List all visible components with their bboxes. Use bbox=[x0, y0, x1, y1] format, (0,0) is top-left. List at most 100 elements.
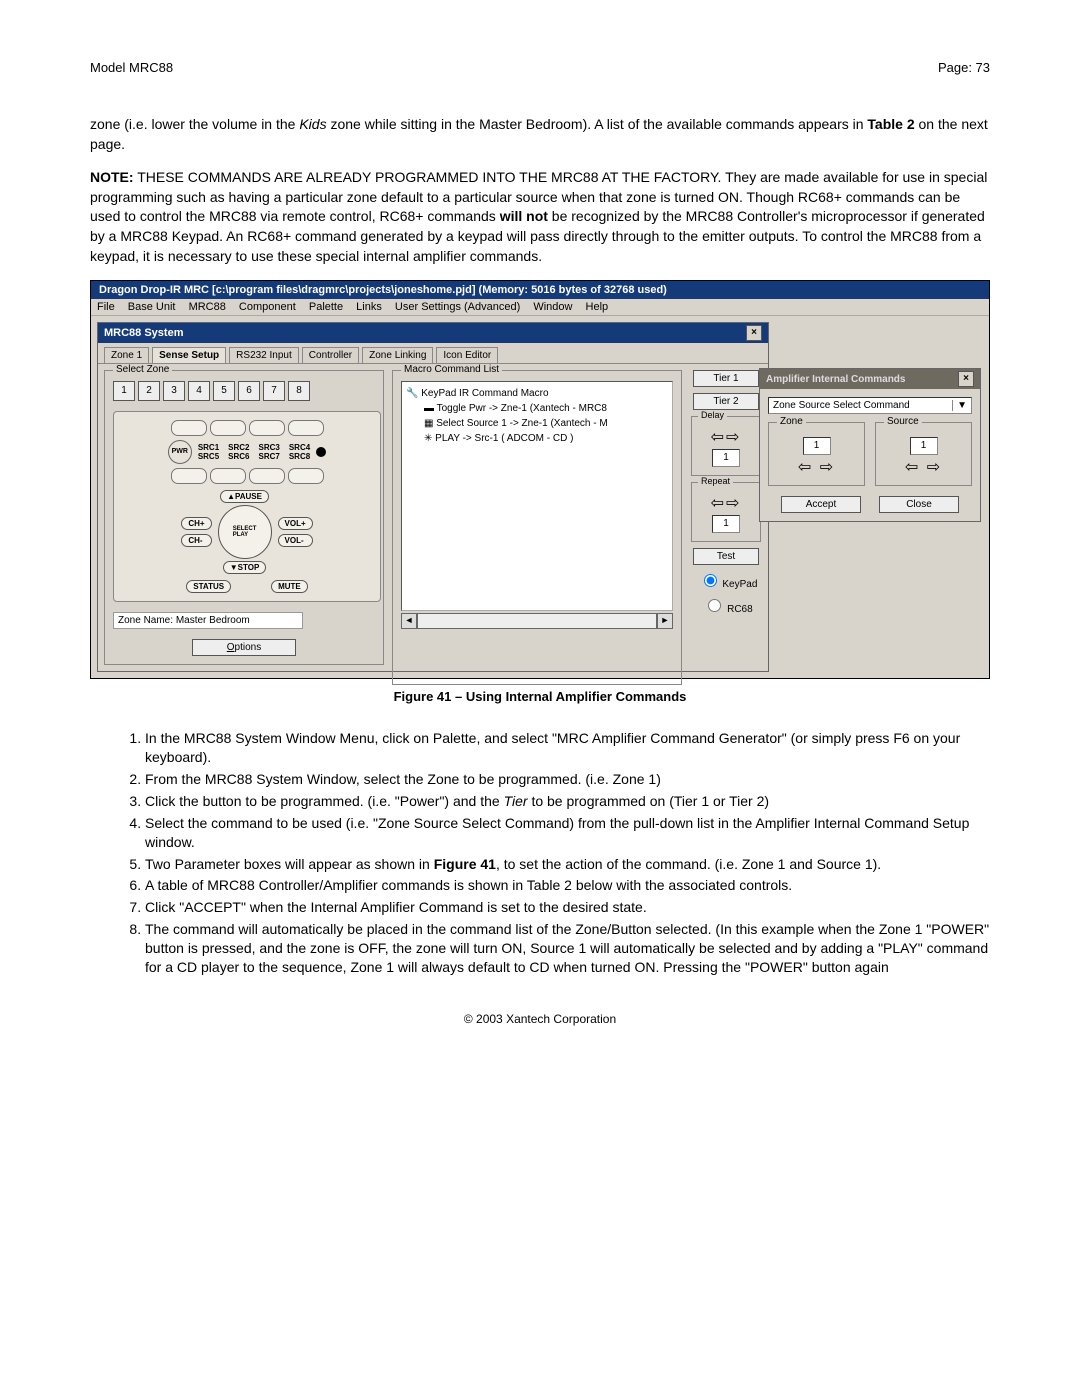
menu-baseunit[interactable]: Base Unit bbox=[128, 301, 176, 313]
zone-1-button[interactable]: 1 bbox=[113, 381, 135, 401]
ir-led-icon bbox=[316, 447, 326, 457]
scroll-left-icon[interactable]: ◄ bbox=[401, 613, 417, 629]
key-blank[interactable] bbox=[249, 420, 285, 436]
tab-controller[interactable]: Controller bbox=[302, 347, 359, 363]
side-controls: Tier 1 Tier 2 Delay ⇦⇨ 1 Repeat ⇦⇨ 1 Tes bbox=[690, 370, 762, 665]
vol-minus-button[interactable]: VOL- bbox=[278, 534, 313, 547]
close-icon[interactable]: × bbox=[746, 325, 762, 341]
zone-3-button[interactable]: 3 bbox=[163, 381, 185, 401]
key-blank[interactable] bbox=[171, 420, 207, 436]
vol-plus-button[interactable]: VOL+ bbox=[278, 517, 313, 530]
amp-zone-group: Zone 1 ⇦ ⇨ bbox=[768, 422, 865, 486]
list-item: Two Parameter boxes will appear as shown… bbox=[145, 855, 990, 874]
delay-value[interactable]: 1 bbox=[712, 449, 740, 467]
amp-source-group: Source 1 ⇦ ⇨ bbox=[875, 422, 972, 486]
select-play-wheel[interactable]: SELECTPLAY bbox=[218, 505, 272, 559]
macro-list-label: Macro Command List bbox=[401, 364, 502, 375]
menu-usersettings[interactable]: User Settings (Advanced) bbox=[395, 301, 520, 313]
tab-icon-editor[interactable]: Icon Editor bbox=[436, 347, 498, 363]
model-label: Model MRC88 bbox=[90, 60, 173, 75]
screenshot-figure: Dragon Drop-IR MRC [c:\program files\dra… bbox=[90, 280, 990, 679]
zone-8-button[interactable]: 8 bbox=[288, 381, 310, 401]
instructions-list: In the MRC88 System Window Menu, click o… bbox=[90, 729, 990, 977]
repeat-group: Repeat ⇦⇨ 1 bbox=[691, 482, 761, 542]
close-button[interactable]: Close bbox=[879, 496, 959, 513]
amp-source-value[interactable]: 1 bbox=[910, 437, 938, 455]
key-blank[interactable] bbox=[171, 468, 207, 484]
list-item: A table of MRC88 Controller/Amplifier co… bbox=[145, 876, 990, 895]
accept-button[interactable]: Accept bbox=[781, 496, 861, 513]
ch-plus-button[interactable]: CH+ bbox=[181, 517, 211, 530]
tab-zone1[interactable]: Zone 1 bbox=[104, 347, 149, 363]
app-menubar[interactable]: File Base Unit MRC88 Component Palette L… bbox=[91, 299, 989, 316]
pause-button[interactable]: ▲PAUSE bbox=[220, 490, 269, 503]
menu-mrc88[interactable]: MRC88 bbox=[189, 301, 226, 313]
system-tabs: Zone 1 Sense Setup RS232 Input Controlle… bbox=[98, 343, 768, 364]
amp-title: Amplifier Internal Commands bbox=[766, 374, 905, 385]
tab-sense-setup[interactable]: Sense Setup bbox=[152, 347, 226, 363]
tier2-button[interactable]: Tier 2 bbox=[693, 393, 759, 410]
amp-zone-arrows[interactable]: ⇦ ⇨ bbox=[777, 457, 856, 477]
zone-7-button[interactable]: 7 bbox=[263, 381, 285, 401]
key-blank[interactable] bbox=[210, 420, 246, 436]
stop-button[interactable]: ▼STOP bbox=[223, 561, 267, 574]
page-number: Page: 73 bbox=[938, 60, 990, 75]
zone-6-button[interactable]: 6 bbox=[238, 381, 260, 401]
close-icon[interactable]: × bbox=[958, 371, 974, 387]
list-item: Select the command to be used (i.e. "Zon… bbox=[145, 814, 990, 852]
list-item: In the MRC88 System Window Menu, click o… bbox=[145, 729, 990, 767]
footer-copyright: © 2003 Xantech Corporation bbox=[90, 1012, 990, 1026]
mrc88-system-window: MRC88 System × Zone 1 Sense Setup RS232 … bbox=[97, 322, 769, 672]
delay-arrows[interactable]: ⇦⇨ bbox=[698, 427, 754, 447]
amp-zone-value[interactable]: 1 bbox=[803, 437, 831, 455]
key-blank[interactable] bbox=[288, 420, 324, 436]
list-item: Click "ACCEPT" when the Internal Amplifi… bbox=[145, 898, 990, 917]
delay-group: Delay ⇦⇨ 1 bbox=[691, 416, 761, 476]
menu-palette[interactable]: Palette bbox=[309, 301, 343, 313]
tab-zone-linking[interactable]: Zone Linking bbox=[362, 347, 433, 363]
zone-2-button[interactable]: 2 bbox=[138, 381, 160, 401]
menu-file[interactable]: File bbox=[97, 301, 115, 313]
figure-caption: Figure 41 – Using Internal Amplifier Com… bbox=[90, 689, 990, 704]
power-button[interactable]: PWR bbox=[168, 440, 192, 464]
test-button[interactable]: Test bbox=[693, 548, 759, 565]
select-zone-group: Select Zone 1 2 3 4 5 6 7 8 bbox=[104, 370, 384, 665]
paragraph-intro: zone (i.e. lower the volume in the Kids … bbox=[90, 115, 990, 154]
command-dropdown[interactable]: Zone Source Select Command▼ bbox=[768, 397, 972, 414]
key-blank[interactable] bbox=[249, 468, 285, 484]
amp-source-arrows[interactable]: ⇦ ⇨ bbox=[884, 457, 963, 477]
radio-rc68[interactable]: RC68 bbox=[699, 596, 752, 615]
chevron-down-icon[interactable]: ▼ bbox=[952, 400, 967, 411]
repeat-arrows[interactable]: ⇦⇨ bbox=[698, 493, 754, 513]
macro-tree[interactable]: 🔧 KeyPad IR Command Macro ▬ Toggle Pwr -… bbox=[401, 381, 673, 611]
list-item: The command will automatically be placed… bbox=[145, 920, 990, 977]
ch-minus-button[interactable]: CH- bbox=[181, 534, 211, 547]
menu-window[interactable]: Window bbox=[533, 301, 572, 313]
list-item: From the MRC88 System Window, select the… bbox=[145, 770, 990, 789]
macro-command-list-group: Macro Command List 🔧 KeyPad IR Command M… bbox=[392, 370, 682, 685]
amplifier-internal-commands-window: Amplifier Internal Commands × Zone Sourc… bbox=[759, 368, 981, 522]
radio-keypad[interactable]: KeyPad bbox=[695, 571, 758, 590]
tab-rs232[interactable]: RS232 Input bbox=[229, 347, 299, 363]
keypad-preview: PWR SRC1SRC2SRC3SRC4 SRC5SRC6SRC7SRC8 bbox=[113, 411, 381, 602]
menu-component[interactable]: Component bbox=[239, 301, 296, 313]
h-scrollbar[interactable]: ◄ ► bbox=[401, 613, 673, 629]
key-blank[interactable] bbox=[288, 468, 324, 484]
options-button[interactable]: Options bbox=[192, 639, 296, 656]
zone-5-button[interactable]: 5 bbox=[213, 381, 235, 401]
zone-4-button[interactable]: 4 bbox=[188, 381, 210, 401]
select-zone-label: Select Zone bbox=[113, 364, 172, 375]
key-blank[interactable] bbox=[210, 468, 246, 484]
mute-button[interactable]: MUTE bbox=[271, 580, 308, 593]
system-title: MRC88 System bbox=[104, 327, 183, 339]
menu-help[interactable]: Help bbox=[586, 301, 609, 313]
scroll-right-icon[interactable]: ► bbox=[657, 613, 673, 629]
tier1-button[interactable]: Tier 1 bbox=[693, 370, 759, 387]
zone-name-field: Zone Name: Master Bedroom bbox=[113, 612, 303, 629]
app-titlebar: Dragon Drop-IR MRC [c:\program files\dra… bbox=[91, 281, 989, 299]
status-button[interactable]: STATUS bbox=[186, 580, 231, 593]
repeat-value[interactable]: 1 bbox=[712, 515, 740, 533]
list-item: Click the button to be programmed. (i.e.… bbox=[145, 792, 990, 811]
paragraph-note: NOTE: THESE COMMANDS ARE ALREADY PROGRAM… bbox=[90, 168, 990, 266]
menu-links[interactable]: Links bbox=[356, 301, 382, 313]
